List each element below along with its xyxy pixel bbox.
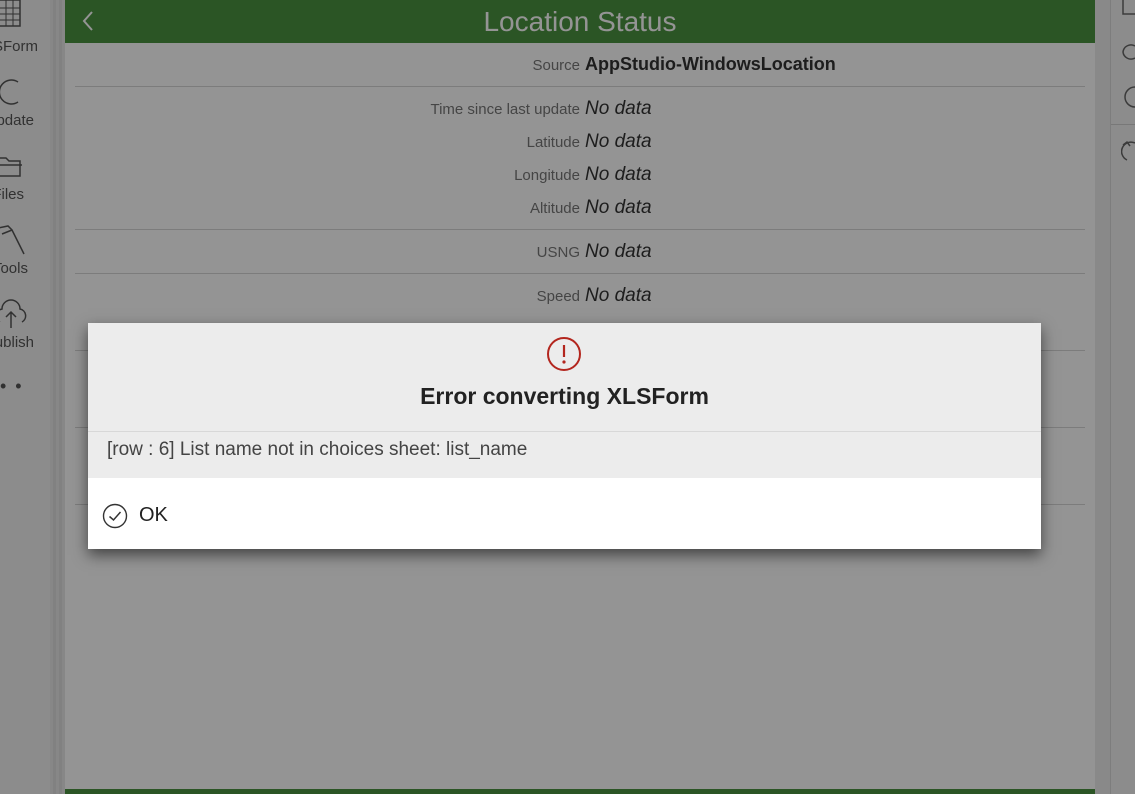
ok-button[interactable]: OK	[102, 500, 192, 532]
ok-label: OK	[139, 504, 168, 526]
exclamation-circle-icon	[547, 337, 581, 371]
dialog-message: [row : 6] List name not in choices sheet…	[107, 439, 528, 460]
check-circle-icon	[102, 503, 128, 529]
divider	[88, 431, 1041, 432]
dialog-title: Error converting XLSForm	[420, 383, 709, 409]
error-dialog: Error converting XLSForm [row : 6] List …	[88, 323, 1041, 549]
dialog-header: Error converting XLSForm [row : 6] List …	[88, 323, 1041, 478]
